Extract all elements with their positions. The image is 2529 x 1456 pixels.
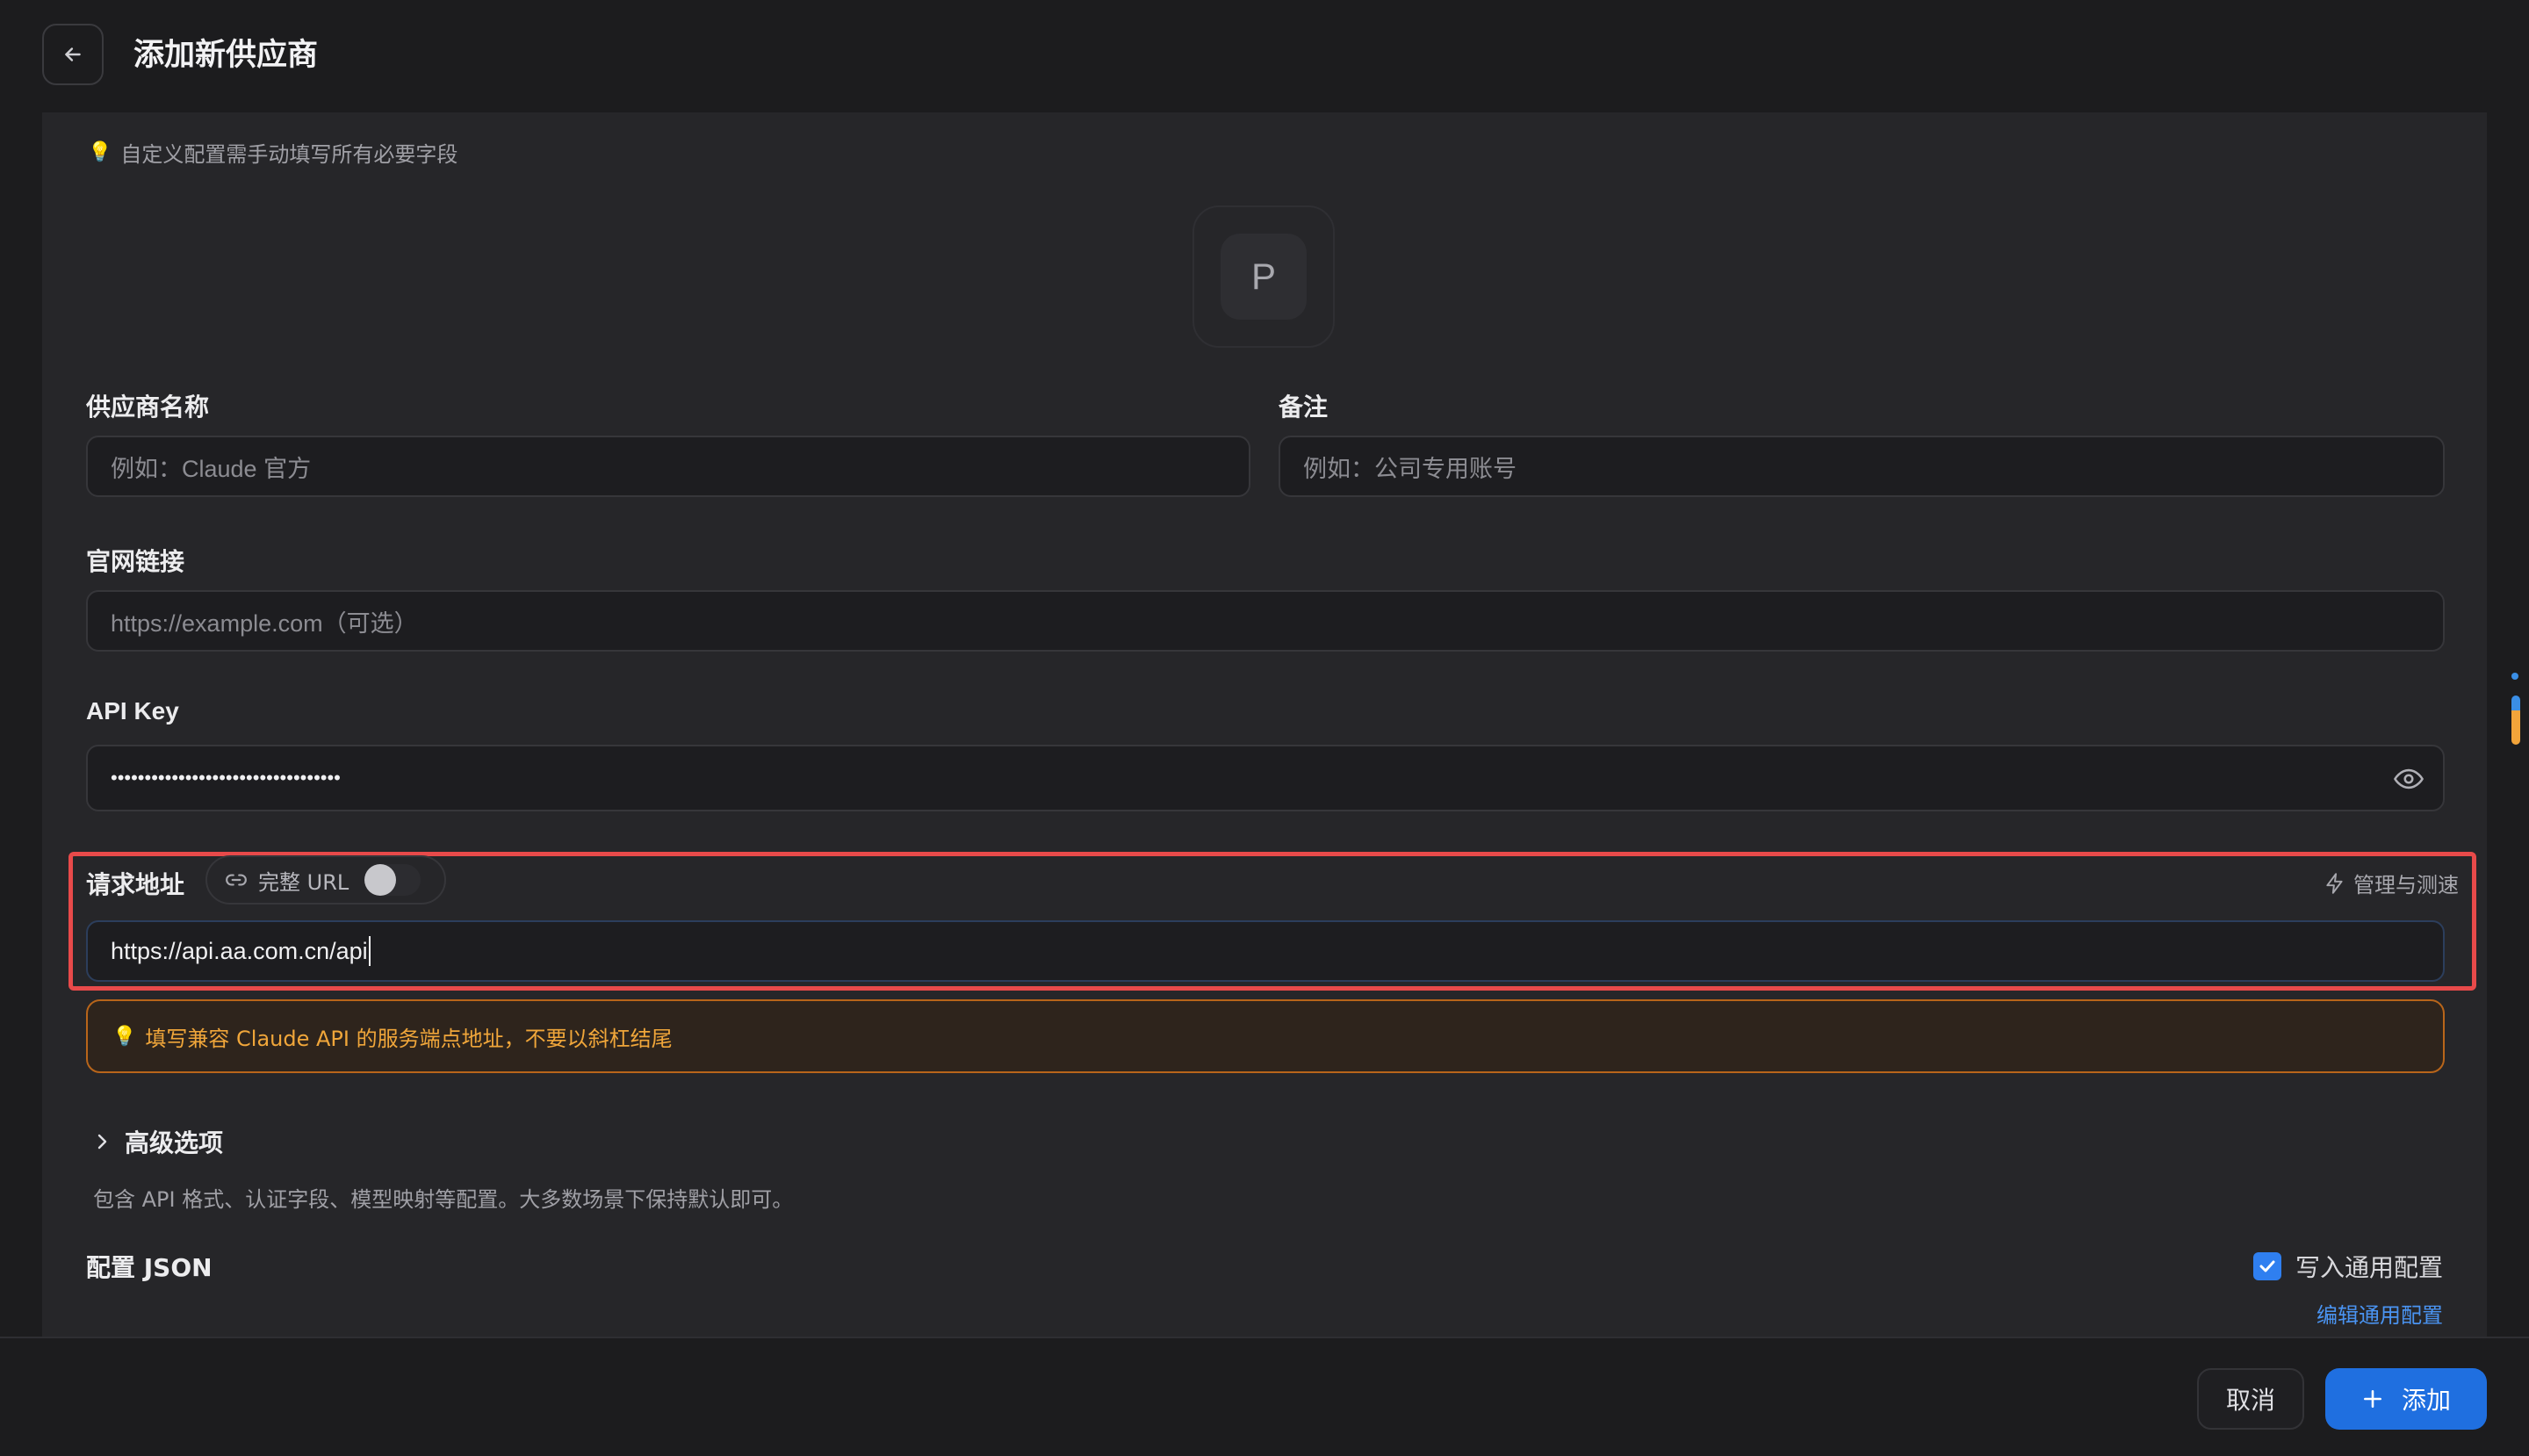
write-common-config[interactable]: 写入通用配置 xyxy=(2252,1249,2443,1284)
arrow-left-icon xyxy=(65,47,81,61)
advanced-options-toggle[interactable]: 高级选项 xyxy=(91,1124,223,1159)
endpoint-label: 请求地址 xyxy=(86,870,185,899)
lightning-icon xyxy=(2326,872,2343,894)
text-cursor xyxy=(368,936,371,966)
edit-common-config-link[interactable]: 编辑通用配置 xyxy=(2316,1298,2443,1329)
endpoint-hint-text: 填写兼容 Claude API 的服务端点地址，不要以斜杠结尾 xyxy=(145,1026,673,1051)
lightbulb-icon: 💡 xyxy=(88,141,112,163)
config-json-label: 配置 JSON xyxy=(86,1253,213,1282)
write-common-checkbox[interactable] xyxy=(2252,1252,2281,1280)
avatar: P xyxy=(1221,234,1307,320)
add-button-label: 添加 xyxy=(2401,1386,2451,1415)
provider-name-input[interactable]: 例如：Claude 官方 xyxy=(86,436,1250,497)
advanced-options-label: 高级选项 xyxy=(125,1128,224,1157)
cancel-button[interactable]: 取消 xyxy=(2197,1368,2304,1430)
scrollbar-thumb[interactable] xyxy=(2511,696,2520,745)
advanced-options-description: 包含 API 格式、认证字段、模型映射等配置。大多数场景下保持默认即可。 xyxy=(93,1187,794,1212)
full-url-switch[interactable] xyxy=(364,864,422,896)
provider-name-label: 供应商名称 xyxy=(86,393,210,422)
checkmark-icon xyxy=(2259,1260,2275,1272)
notes-input[interactable]: 例如：公司专用账号 xyxy=(1279,436,2445,497)
link-icon xyxy=(226,874,247,886)
chevron-right-icon xyxy=(97,1134,107,1150)
footer: 取消 添加 xyxy=(0,1337,2529,1456)
add-button[interactable]: 添加 xyxy=(2325,1368,2487,1430)
api-key-label: API Key xyxy=(86,697,179,724)
avatar-picker[interactable]: P xyxy=(1192,205,1335,348)
header: 添加新供应商 xyxy=(0,0,2529,112)
notes-label: 备注 xyxy=(1279,393,1329,422)
scroll-indicator-dot xyxy=(2511,673,2518,680)
tip-line: 💡 自定义配置需手动填写所有必要字段 xyxy=(88,137,458,168)
back-button[interactable] xyxy=(42,24,104,85)
full-url-toggle[interactable]: 完整 URL xyxy=(205,855,446,905)
endpoint-input[interactable]: https://api.aa.com.cn/api xyxy=(86,920,2445,982)
write-common-label: 写入通用配置 xyxy=(2295,1253,2443,1282)
manage-speedtest-label: 管理与测速 xyxy=(2353,873,2459,897)
form-panel[interactable]: 💡 自定义配置需手动填写所有必要字段 P 供应商名称 例如：Claude 官方 … xyxy=(42,112,2487,1337)
full-url-label: 完整 URL xyxy=(258,869,349,895)
website-input[interactable]: https://example.com（可选） xyxy=(86,590,2445,652)
manage-speedtest-button[interactable]: 管理与测速 xyxy=(2324,868,2459,898)
switch-knob xyxy=(364,864,397,896)
endpoint-hint: 💡 填写兼容 Claude API 的服务端点地址，不要以斜杠结尾 xyxy=(86,999,2445,1073)
endpoint-value: https://api.aa.com.cn/api xyxy=(111,937,368,964)
lightbulb-icon: 💡 xyxy=(112,1025,137,1048)
plus-icon xyxy=(2364,1390,2381,1408)
api-key-input[interactable]: •••••••••••••••••••••••••••••••••• xyxy=(86,745,2445,811)
website-label: 官网链接 xyxy=(86,547,185,576)
page-title: 添加新供应商 xyxy=(133,38,319,73)
api-key-value: •••••••••••••••••••••••••••••••••• xyxy=(111,767,341,789)
eye-icon[interactable] xyxy=(2394,764,2424,794)
tip-text: 自定义配置需手动填写所有必要字段 xyxy=(120,142,458,167)
